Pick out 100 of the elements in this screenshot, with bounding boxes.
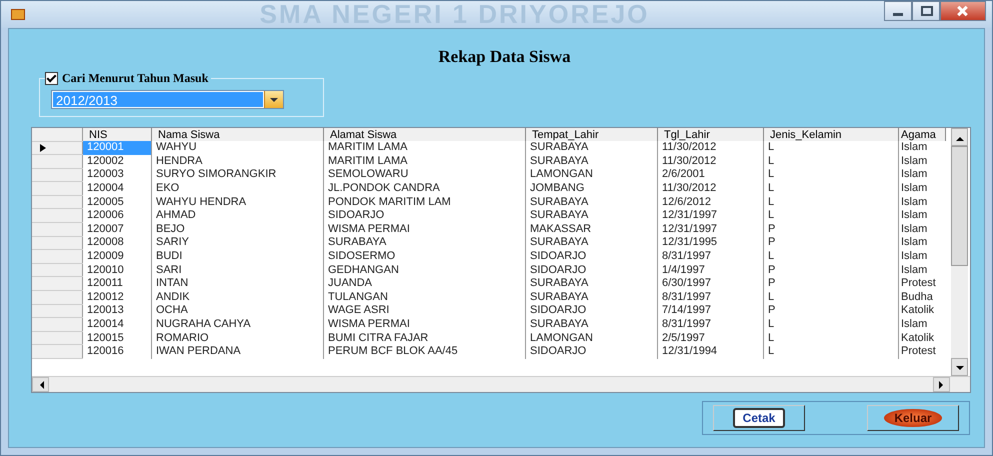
table-cell: SURABAYA bbox=[526, 208, 658, 223]
close-icon[interactable] bbox=[940, 1, 986, 21]
table-cell: Islam bbox=[898, 318, 946, 332]
table-cell: SURABAYA bbox=[526, 276, 658, 291]
table-cell: P bbox=[764, 276, 898, 291]
table-cell: Islam bbox=[898, 182, 946, 196]
column-header[interactable]: Tgl_Lahir bbox=[658, 128, 764, 141]
table-cell: PERUM BCF BLOK AA/45 bbox=[324, 344, 526, 358]
table-cell: L bbox=[764, 290, 898, 304]
scroll-up-icon[interactable] bbox=[951, 128, 968, 146]
table-cell: WAGE ASRI bbox=[324, 304, 526, 318]
row-header[interactable] bbox=[32, 141, 82, 155]
table-cell: 120010 bbox=[82, 263, 152, 277]
scroll-left-icon[interactable] bbox=[32, 377, 49, 392]
table-cell: MARITIM LAMA bbox=[324, 141, 526, 155]
table-cell: LAMONGAN bbox=[526, 331, 658, 345]
table-cell: AHMAD bbox=[152, 208, 324, 223]
table-cell: Islam bbox=[898, 154, 946, 168]
table-cell: Islam bbox=[898, 236, 946, 250]
table-cell: L bbox=[764, 182, 898, 196]
column-header[interactable]: Nama Siswa bbox=[152, 128, 324, 141]
table-cell: Islam bbox=[898, 168, 946, 182]
table-cell: 120012 bbox=[82, 290, 152, 304]
table-cell: Islam bbox=[898, 195, 946, 209]
table-cell: 120001 bbox=[82, 141, 152, 155]
exit-button[interactable]: Keluar bbox=[867, 405, 959, 431]
table-cell: 120016 bbox=[82, 344, 152, 358]
table-cell: Islam bbox=[898, 250, 946, 264]
table-cell: L bbox=[764, 195, 898, 209]
table-cell: Islam bbox=[898, 208, 946, 223]
app-icon bbox=[11, 9, 25, 20]
table-cell: WAHYU bbox=[152, 141, 324, 155]
table-cell: Protest bbox=[898, 276, 946, 291]
table-cell: IWAN PERDANA bbox=[152, 344, 324, 358]
table-cell: HENDRA bbox=[152, 154, 324, 168]
column-header[interactable]: Jenis_Kelamin bbox=[764, 128, 898, 141]
table-cell: L bbox=[764, 141, 898, 155]
column-header[interactable]: Alamat Siswa bbox=[324, 128, 526, 141]
table-cell: INTAN bbox=[152, 276, 324, 291]
table-cell: 12/31/1997 bbox=[658, 208, 764, 223]
table-cell: L bbox=[764, 344, 898, 358]
table-cell: 12/31/1994 bbox=[658, 344, 764, 358]
table-cell: SIDOARJO bbox=[324, 208, 526, 223]
table-cell: P bbox=[764, 222, 898, 236]
table-cell: WISMA PERMAI bbox=[324, 318, 526, 332]
table-cell: L bbox=[764, 154, 898, 168]
table-cell: JOMBANG bbox=[526, 182, 658, 196]
table-cell: LAMONGAN bbox=[526, 168, 658, 182]
table-cell: JUANDA bbox=[324, 276, 526, 291]
table-cell: SURABAYA bbox=[526, 141, 658, 155]
horizontal-scrollbar[interactable] bbox=[32, 376, 970, 392]
table-cell: BUDI bbox=[152, 250, 324, 264]
table-cell: Katolik bbox=[898, 331, 946, 345]
table-cell: Islam bbox=[898, 141, 946, 155]
table-cell: P bbox=[764, 263, 898, 277]
table-cell: L bbox=[764, 168, 898, 182]
table-cell: BEJO bbox=[152, 222, 324, 236]
print-button[interactable]: Cetak bbox=[713, 405, 805, 431]
table-cell: L bbox=[764, 318, 898, 332]
table-cell: 7/14/1997 bbox=[658, 304, 764, 318]
table-cell: GEDHANGAN bbox=[324, 263, 526, 277]
table-cell: 12/31/1997 bbox=[658, 222, 764, 236]
scroll-down-icon[interactable] bbox=[951, 358, 968, 376]
table-cell: SARIY bbox=[152, 236, 324, 250]
maximize-icon[interactable] bbox=[912, 1, 940, 21]
vertical-scrollbar[interactable] bbox=[951, 128, 968, 376]
table-cell: TULANGAN bbox=[324, 290, 526, 304]
table-cell: SURYO SIMORANGKIR bbox=[152, 168, 324, 182]
table-cell: 11/30/2012 bbox=[658, 154, 764, 168]
table-cell: 120007 bbox=[82, 222, 152, 236]
table-cell: 120008 bbox=[82, 236, 152, 250]
scroll-thumb[interactable] bbox=[951, 146, 968, 266]
table-cell: OCHA bbox=[152, 304, 324, 318]
table-cell: SARI bbox=[152, 263, 324, 277]
checkbox[interactable] bbox=[45, 72, 58, 85]
table-cell: 120006 bbox=[82, 208, 152, 223]
table-cell: JL.PONDOK CANDRA bbox=[324, 182, 526, 196]
minimize-icon[interactable] bbox=[884, 1, 912, 21]
column-header[interactable]: Tempat_Lahir bbox=[526, 128, 658, 141]
table-cell: SURABAYA bbox=[526, 236, 658, 250]
table-cell: 8/31/1997 bbox=[658, 250, 764, 264]
table-cell: 11/30/2012 bbox=[658, 141, 764, 155]
table-cell: 11/30/2012 bbox=[658, 182, 764, 196]
table-cell: 6/30/1997 bbox=[658, 276, 764, 291]
column-header[interactable]: NIS bbox=[82, 128, 152, 141]
table-cell: EKO bbox=[152, 182, 324, 196]
table-cell: 120003 bbox=[82, 168, 152, 182]
form-heading: Rekap Data Siswa bbox=[437, 47, 572, 68]
column-header[interactable]: Agama bbox=[898, 128, 946, 141]
table-cell: PONDOK MARITIM LAM bbox=[324, 195, 526, 209]
scroll-right-icon[interactable] bbox=[933, 377, 950, 392]
table-cell: SURABAYA bbox=[324, 236, 526, 250]
table-cell: ANDIK bbox=[152, 290, 324, 304]
table-cell: SIDOSERMO bbox=[324, 250, 526, 264]
table-cell: 8/31/1997 bbox=[658, 290, 764, 304]
table-cell: Islam bbox=[898, 222, 946, 236]
table-cell: 120002 bbox=[82, 154, 152, 168]
row-header bbox=[32, 128, 82, 141]
table-cell: 120013 bbox=[82, 304, 152, 318]
table-cell: 120014 bbox=[82, 318, 152, 332]
